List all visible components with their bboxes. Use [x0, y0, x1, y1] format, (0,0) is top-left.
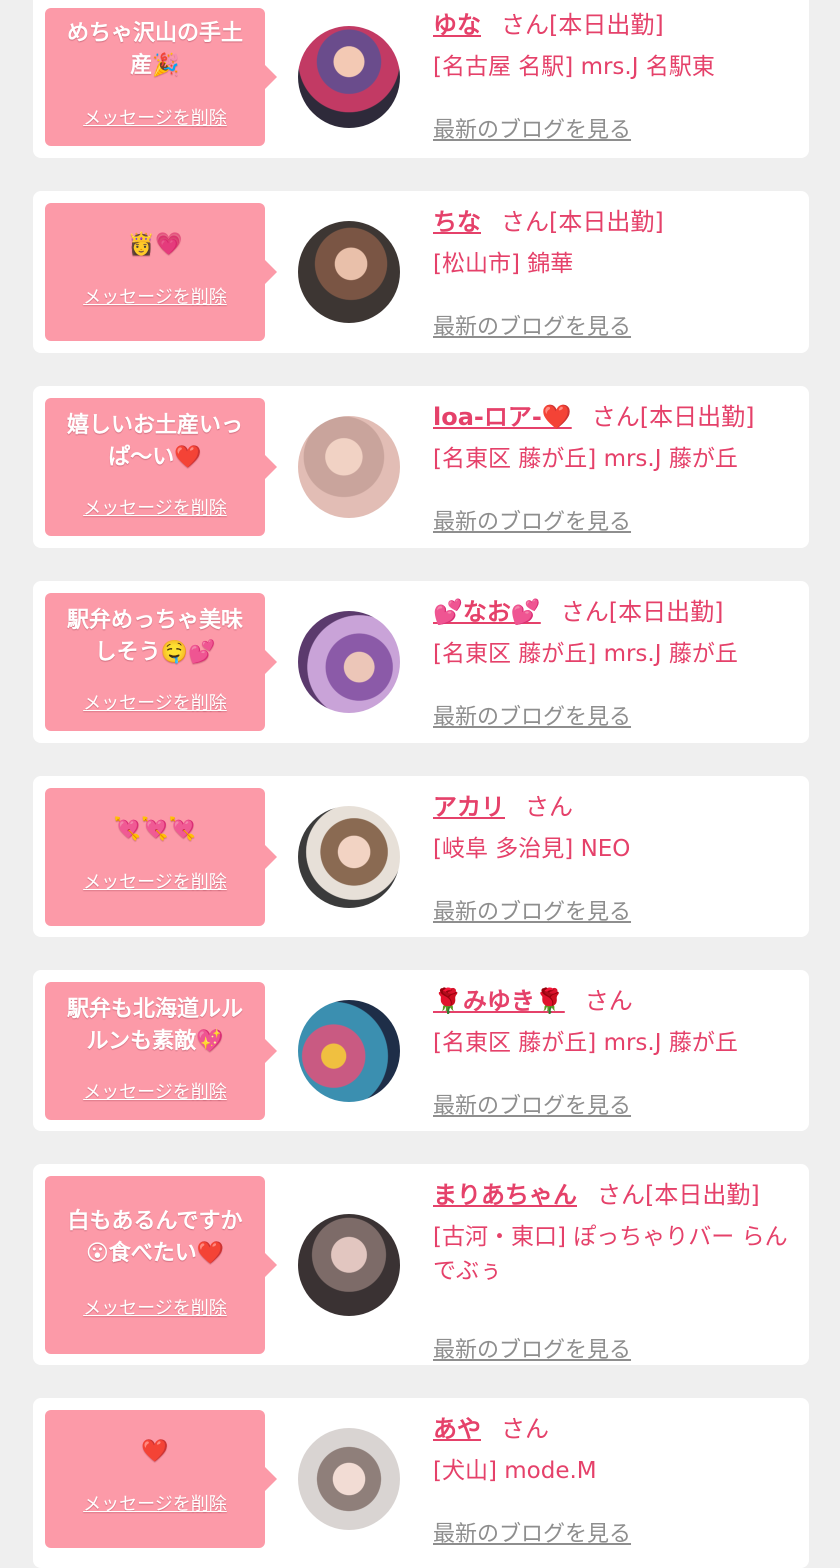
avatar[interactable] [298, 26, 400, 128]
name-line: ちな さん[本日出勤] [433, 205, 793, 239]
view-blog-link[interactable]: 最新のブログを見る [433, 504, 631, 536]
view-blog-link[interactable]: 最新のブログを見る [433, 112, 631, 144]
message-text: ❤️ [141, 1439, 169, 1464]
message-bubble: 駅弁めっちゃ美味 しそう🤤💕 メッセージを削除 [45, 593, 277, 731]
profile-name-link[interactable]: まりあちゃん [433, 1181, 577, 1209]
avatar[interactable] [298, 416, 400, 518]
message-card: めちゃ沢山の手土 産🎉 メッセージを削除 ゆな さん[本日出勤] [名古屋 名駅]… [33, 0, 809, 158]
name-line: loa-ロア-❤️ さん[本日出勤] [433, 400, 793, 434]
view-blog-link[interactable]: 最新のブログを見る [433, 1088, 631, 1120]
message-card: 白もあるんですか 😮食べたい❤️ メッセージを削除 まりあちゃん さん[本日出勤]… [33, 1164, 809, 1365]
shop-info: [名東区 藤が丘] mrs.J 藤が丘 [433, 446, 738, 472]
profile-info: アカリ さん [岐阜 多治見] NEO 最新のブログを見る [433, 790, 793, 925]
name-line: あや さん [433, 1412, 793, 1446]
message-bubble: 💘💘💘 メッセージを削除 [45, 788, 277, 926]
profile-name-link[interactable]: loa-ロア-❤️ [433, 403, 572, 431]
view-blog-link[interactable]: 最新のブログを見る [433, 1332, 631, 1364]
profile-info: まりあちゃん さん[本日出勤] [古河・東口] ぽっちゃりバー らんでぶぅ 最新の… [433, 1178, 793, 1363]
shop-info: [松山市] 錦華 [433, 251, 574, 277]
delete-message-link[interactable]: メッセージを削除 [45, 1294, 265, 1320]
view-blog-link[interactable]: 最新のブログを見る [433, 894, 631, 926]
profile-name-link[interactable]: 🌹みゆき🌹 [433, 987, 565, 1015]
shop-info: [古河・東口] ぽっちゃりバー らんでぶぅ [433, 1224, 788, 1284]
shop-info: [名東区 藤が丘] mrs.J 藤が丘 [433, 641, 738, 667]
profile-info: ちな さん[本日出勤] [松山市] 錦華 最新のブログを見る [433, 205, 793, 340]
message-card: 💘💘💘 メッセージを削除 アカリ さん [岐阜 多治見] NEO 最新のブログを見… [33, 776, 809, 937]
shop-info: [犬山] mode.M [433, 1458, 597, 1484]
avatar[interactable] [298, 1214, 400, 1316]
avatar[interactable] [298, 1000, 400, 1102]
avatar[interactable] [298, 221, 400, 323]
name-suffix: さん[本日出勤] [501, 11, 664, 39]
name-line: 💕なお💕 さん[本日出勤] [433, 595, 793, 629]
message-text: 💘💘💘 [113, 817, 197, 842]
message-text: 駅弁めっちゃ美味 しそう🤤💕 [66, 608, 243, 665]
delete-message-link[interactable]: メッセージを削除 [45, 1078, 265, 1104]
profile-info: ゆな さん[本日出勤] [名古屋 名駅] mrs.J 名駅東 最新のブログを見る [433, 8, 793, 143]
delete-message-link[interactable]: メッセージを削除 [45, 494, 265, 520]
profile-name-link[interactable]: 💕なお💕 [433, 598, 541, 626]
message-text: 駅弁も北海道ルル ルンも素敵💖 [66, 997, 243, 1054]
view-blog-link[interactable]: 最新のブログを見る [433, 1516, 631, 1548]
message-bubble: 駅弁も北海道ルル ルンも素敵💖 メッセージを削除 [45, 982, 277, 1120]
message-text: 嬉しいお土産いっ ぱ〜い❤️ [66, 413, 243, 470]
delete-message-link[interactable]: メッセージを削除 [45, 689, 265, 715]
profile-info: 🌹みゆき🌹 さん [名東区 藤が丘] mrs.J 藤が丘 最新のブログを見る [433, 984, 793, 1119]
name-line: まりあちゃん さん[本日出勤] [433, 1178, 793, 1212]
message-text: めちゃ沢山の手土 産🎉 [66, 21, 243, 78]
shop-info: [岐阜 多治見] NEO [433, 836, 631, 862]
profile-info: あや さん [犬山] mode.M 最新のブログを見る [433, 1412, 793, 1547]
message-bubble: 👸💗 メッセージを削除 [45, 203, 277, 341]
avatar[interactable] [298, 806, 400, 908]
name-line: ゆな さん[本日出勤] [433, 8, 793, 42]
delete-message-link[interactable]: メッセージを削除 [45, 1490, 265, 1516]
view-blog-link[interactable]: 最新のブログを見る [433, 309, 631, 341]
shop-info: [名東区 藤が丘] mrs.J 藤が丘 [433, 1030, 738, 1056]
delete-message-link[interactable]: メッセージを削除 [45, 283, 265, 309]
message-bubble: 嬉しいお土産いっ ぱ〜い❤️ メッセージを削除 [45, 398, 277, 536]
delete-message-link[interactable]: メッセージを削除 [45, 868, 265, 894]
profile-info: loa-ロア-❤️ さん[本日出勤] [名東区 藤が丘] mrs.J 藤が丘 最新… [433, 400, 793, 535]
message-card: 駅弁も北海道ルル ルンも素敵💖 メッセージを削除 🌹みゆき🌹 さん [名東区 藤が… [33, 970, 809, 1131]
message-card: 👸💗 メッセージを削除 ちな さん[本日出勤] [松山市] 錦華 最新のブログを見… [33, 191, 809, 353]
name-suffix: さん[本日出勤] [560, 598, 724, 626]
shop-info: [名古屋 名駅] mrs.J 名駅東 [433, 54, 715, 80]
name-suffix: さん[本日出勤] [591, 403, 755, 431]
delete-message-link[interactable]: メッセージを削除 [45, 104, 265, 130]
avatar[interactable] [298, 611, 400, 713]
message-card: 嬉しいお土産いっ ぱ〜い❤️ メッセージを削除 loa-ロア-❤️ さん[本日出勤… [33, 386, 809, 548]
name-line: アカリ さん [433, 790, 793, 824]
name-suffix: さん [584, 987, 633, 1015]
message-bubble: 白もあるんですか 😮食べたい❤️ メッセージを削除 [45, 1176, 277, 1354]
avatar[interactable] [298, 1428, 400, 1530]
message-card: ❤️ メッセージを削除 あや さん [犬山] mode.M 最新のブログを見る [33, 1398, 809, 1568]
profile-info: 💕なお💕 さん[本日出勤] [名東区 藤が丘] mrs.J 藤が丘 最新のブログを… [433, 595, 793, 730]
name-suffix: さん [525, 793, 573, 821]
view-blog-link[interactable]: 最新のブログを見る [433, 699, 631, 731]
name-suffix: さん[本日出勤] [501, 208, 664, 236]
message-bubble: めちゃ沢山の手土 産🎉 メッセージを削除 [45, 8, 277, 146]
profile-name-link[interactable]: あや [433, 1415, 481, 1443]
message-bubble: ❤️ メッセージを削除 [45, 1410, 277, 1548]
profile-name-link[interactable]: ちな [433, 208, 481, 236]
profile-name-link[interactable]: アカリ [433, 793, 505, 821]
name-line: 🌹みゆき🌹 さん [433, 984, 793, 1018]
name-suffix: さん [501, 1415, 549, 1443]
message-card: 駅弁めっちゃ美味 しそう🤤💕 メッセージを削除 💕なお💕 さん[本日出勤] [名東… [33, 581, 809, 743]
profile-name-link[interactable]: ゆな [433, 11, 481, 39]
name-suffix: さん[本日出勤] [597, 1181, 760, 1209]
message-text: 👸💗 [127, 232, 183, 257]
message-text: 白もあるんですか 😮食べたい❤️ [67, 1209, 243, 1266]
